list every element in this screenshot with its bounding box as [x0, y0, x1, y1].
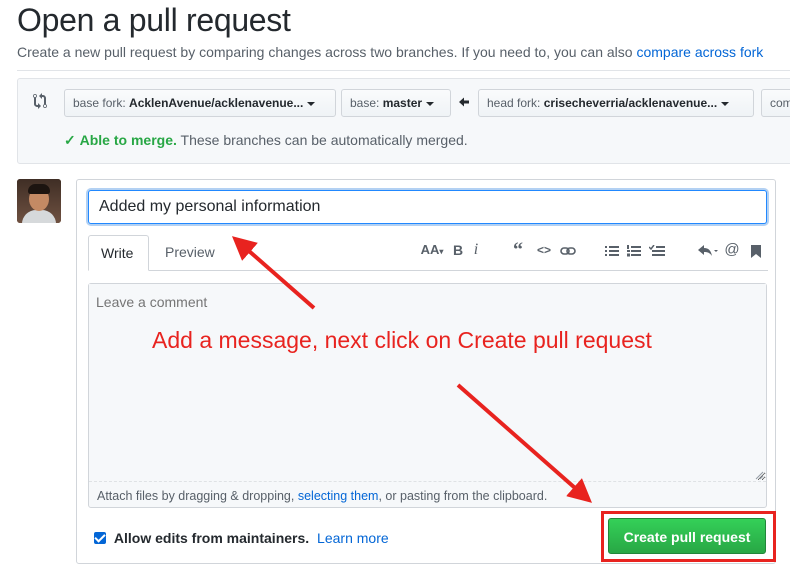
compare-across-forks-link[interactable]: compare across fork — [636, 44, 763, 60]
chevron-down-icon — [307, 101, 316, 106]
avatar[interactable] — [17, 179, 61, 223]
base-fork-label: base fork: — [73, 96, 126, 110]
merge-ok-label: Able to merge. — [79, 132, 177, 148]
unordered-list-icon[interactable] — [604, 240, 620, 260]
mention-icon[interactable]: @ — [724, 240, 740, 260]
chevron-down-icon — [721, 101, 730, 106]
attach-files-hint: Attach files by dragging & dropping, sel… — [97, 489, 547, 503]
quote-icon[interactable]: “ — [510, 240, 526, 260]
merge-status-text: These branches can be automatically merg… — [180, 132, 468, 148]
learn-more-link[interactable]: Learn more — [317, 530, 389, 546]
compare-range-editor: base fork: AcklenAvenue/acklenavenue... … — [17, 78, 790, 164]
base-fork-value: AcklenAvenue/acklenavenue... — [129, 96, 304, 110]
merge-status: ✓ Able to merge. These branches can be a… — [64, 132, 468, 149]
compare-branch-select[interactable]: com — [761, 89, 790, 117]
subtitle-text: Create a new pull request by comparing c… — [17, 44, 633, 60]
pull-request-title-input[interactable] — [88, 190, 767, 224]
header-divider — [17, 70, 790, 71]
italic-icon[interactable]: i — [470, 240, 482, 260]
bold-icon[interactable]: B — [451, 240, 465, 260]
task-list-icon[interactable] — [648, 240, 666, 260]
annotation-highlight-box — [601, 511, 776, 562]
base-branch-select[interactable]: base: master — [341, 89, 451, 117]
ordered-list-icon[interactable] — [626, 240, 642, 260]
head-fork-select[interactable]: head fork: crisecheverria/acklenavenue..… — [478, 89, 754, 117]
select-files-link[interactable]: selecting them — [298, 489, 379, 503]
compare-branch-label: com — [770, 96, 790, 110]
base-fork-select[interactable]: base fork: AcklenAvenue/acklenavenue... — [64, 89, 336, 117]
git-compare-icon — [33, 93, 47, 109]
head-fork-label: head fork: — [487, 96, 541, 110]
attach-suffix: , or pasting from the clipboard. — [378, 489, 548, 503]
check-icon: ✓ — [64, 132, 76, 148]
head-fork-value: crisecheverria/acklenavenue... — [543, 96, 718, 110]
link-icon[interactable] — [559, 240, 577, 260]
arrow-left-icon — [459, 97, 469, 107]
attach-prefix: Attach files by dragging & dropping, — [97, 489, 295, 503]
comment-editor: Attach files by dragging & dropping, sel… — [88, 283, 767, 508]
page-title: Open a pull request — [17, 2, 291, 38]
saved-reply-icon[interactable] — [749, 240, 763, 260]
resize-handle-icon[interactable] — [754, 470, 764, 480]
base-branch-label: base: — [350, 96, 380, 110]
reply-icon[interactable] — [697, 240, 719, 260]
tab-preview[interactable]: Preview — [153, 235, 227, 271]
allow-edits-row: Allow edits from maintainers. Learn more — [94, 530, 389, 546]
code-icon[interactable]: <> — [535, 240, 553, 260]
comment-textarea[interactable] — [89, 284, 766, 482]
allow-edits-label: Allow edits from maintainers. — [113, 530, 310, 546]
annotation-text: Add a message, next click on Create pull… — [152, 327, 652, 353]
page-subtitle: Create a new pull request by comparing c… — [17, 44, 763, 60]
tab-write[interactable]: Write — [88, 235, 149, 271]
allow-edits-checkbox[interactable] — [94, 532, 106, 544]
chevron-down-icon — [426, 101, 435, 106]
header-text-icon[interactable]: AA▾ — [417, 240, 447, 260]
base-branch-value: master — [382, 96, 423, 110]
